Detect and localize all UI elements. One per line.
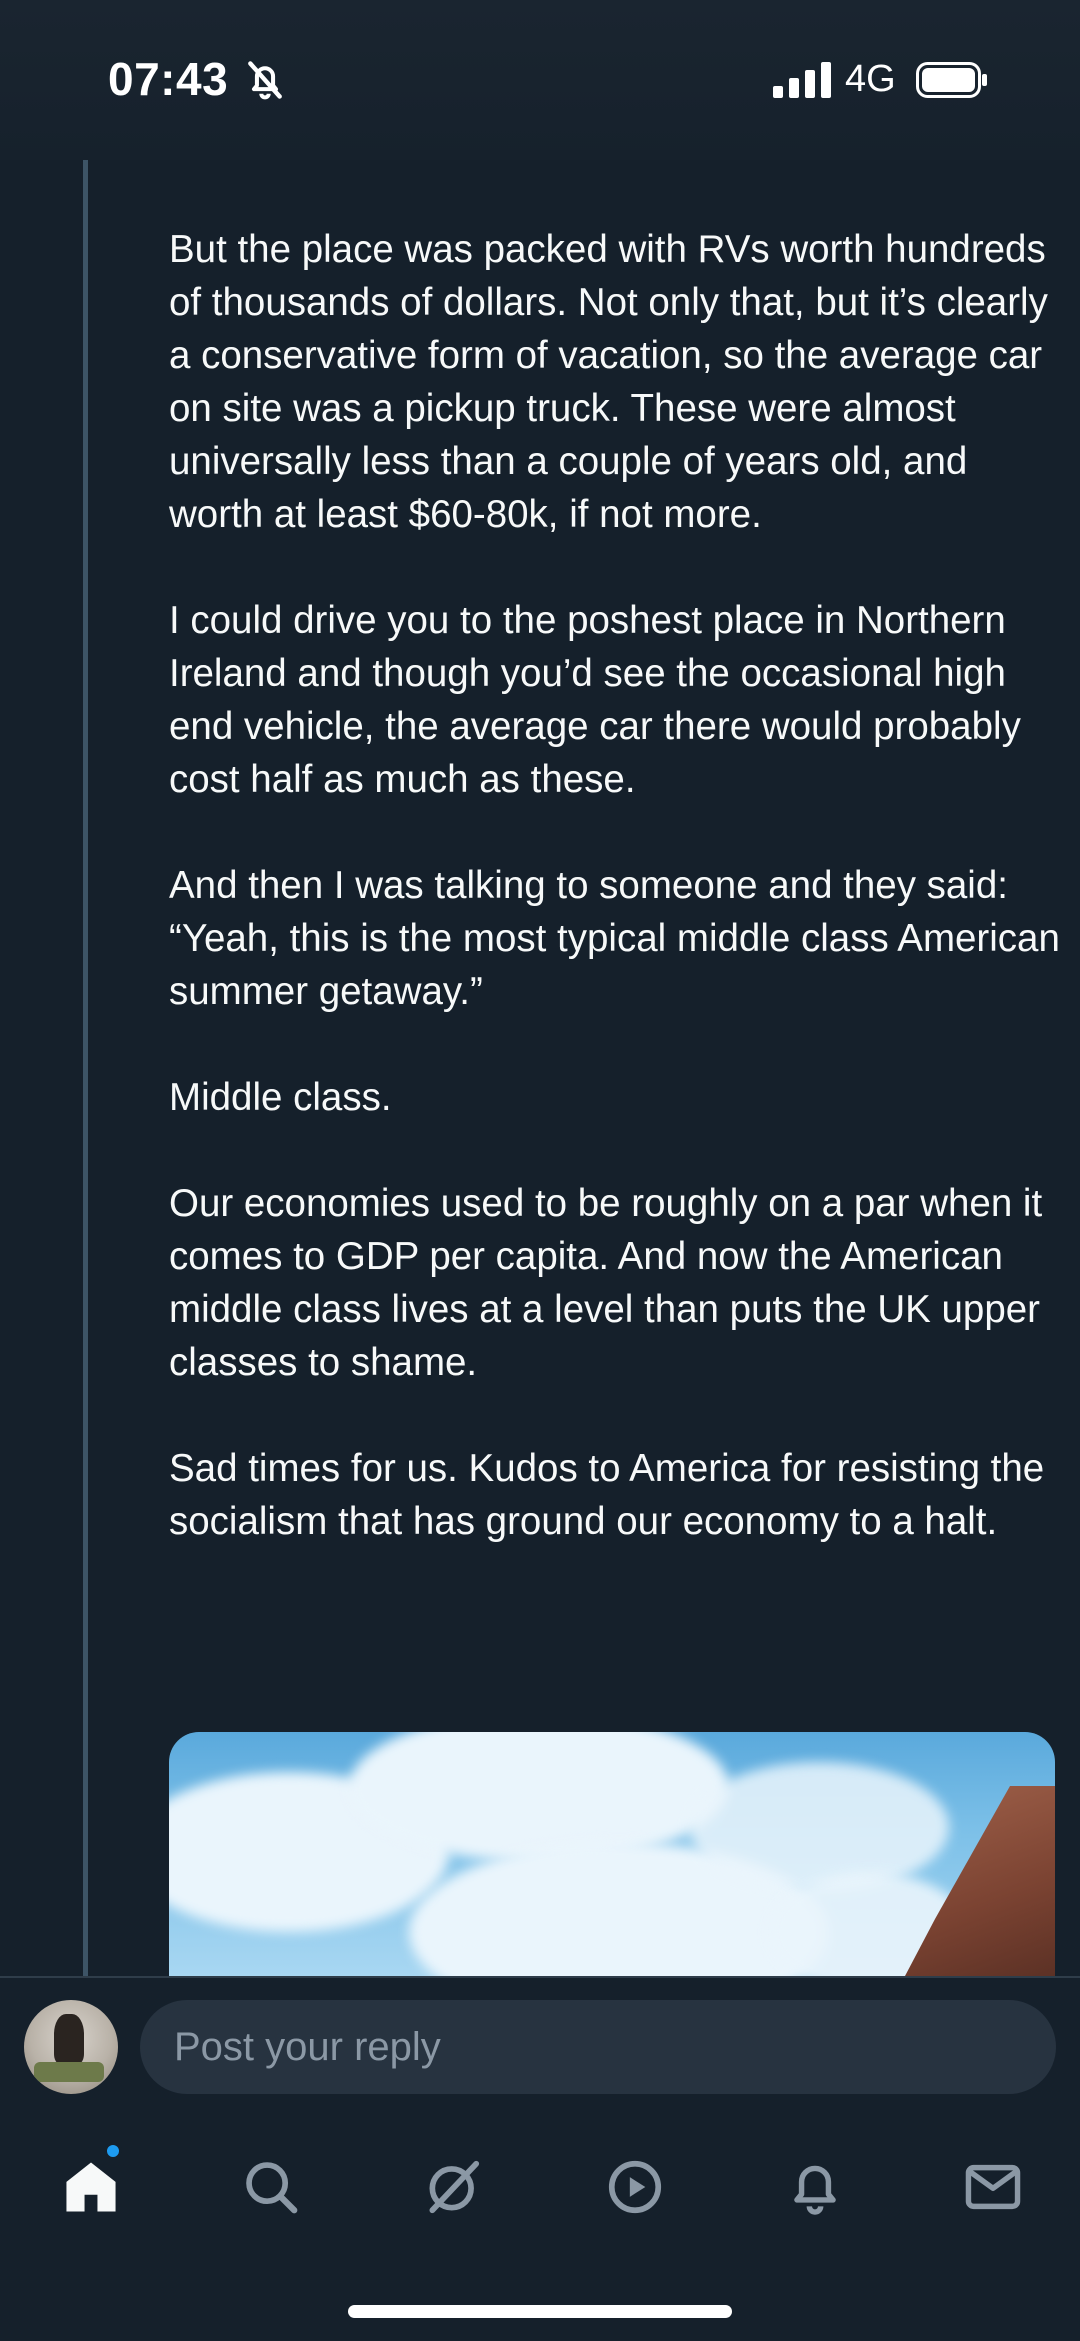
tab-video[interactable] — [590, 2142, 680, 2232]
thread-connector-line — [83, 160, 88, 1976]
cellular-signal-icon — [773, 62, 831, 98]
battery-icon — [916, 62, 987, 98]
tab-search[interactable] — [226, 2142, 316, 2232]
post-paragraph: Our economies used to be roughly on a pa… — [169, 1182, 1043, 1384]
home-notification-dot — [104, 2142, 122, 2160]
home-icon — [66, 2162, 116, 2212]
bell-muted-icon — [248, 61, 282, 100]
post-paragraph: And then I was talking to someone and th… — [169, 864, 1060, 1013]
home-indicator[interactable] — [348, 2305, 732, 2318]
notifications-icon — [794, 2165, 836, 2215]
reply-composer — [0, 1976, 1080, 2116]
post-paragraph: Middle class. — [169, 1076, 392, 1119]
avatar[interactable] — [24, 2000, 118, 2094]
status-bar: 07:43 4G — [0, 0, 1080, 160]
tab-grok[interactable] — [408, 2142, 498, 2232]
post-paragraph: But the place was packed with RVs worth … — [169, 228, 1048, 536]
search-icon — [246, 2162, 298, 2214]
messages-icon — [965, 2164, 1021, 2210]
video-icon — [608, 2160, 662, 2214]
tab-messages[interactable] — [948, 2142, 1038, 2232]
status-time: 07:43 — [108, 53, 229, 105]
tab-notifications[interactable] — [770, 2142, 860, 2232]
grok-icon — [429, 2160, 480, 2214]
post-paragraph: I could drive you to the poshest place i… — [169, 599, 1021, 801]
post-paragraph: Sad times for us. Kudos to America for r… — [169, 1447, 1045, 1543]
post-media-image[interactable] — [169, 1732, 1055, 1976]
tab-home[interactable] — [46, 2142, 136, 2232]
network-type: 4G — [845, 58, 896, 100]
reply-input[interactable] — [140, 2000, 1056, 2094]
post-body: But the place was packed with RVs worth … — [169, 223, 1069, 1601]
